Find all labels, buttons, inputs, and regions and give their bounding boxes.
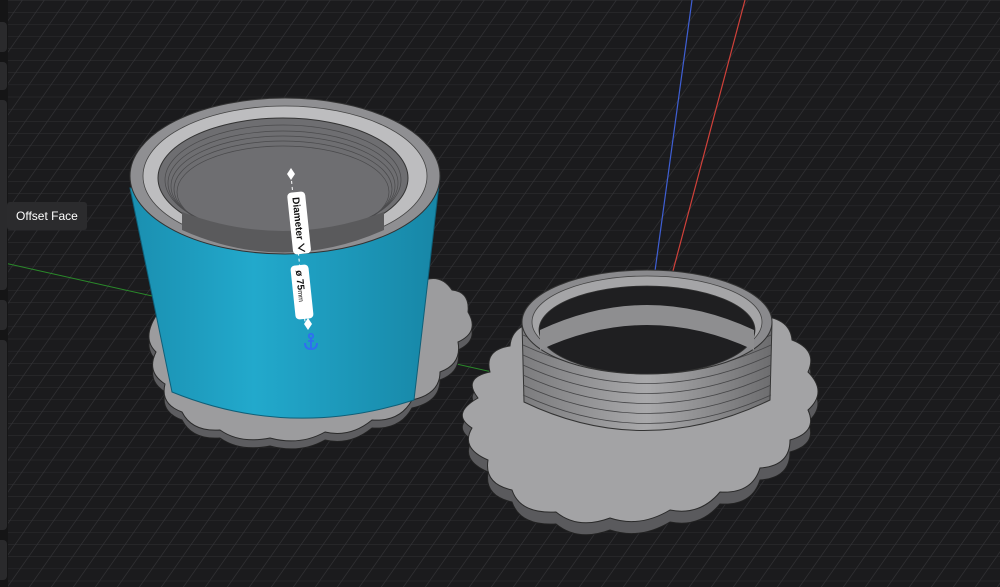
viewport-canvas[interactable]: Diameter ø 75mm [0,0,1000,587]
left-toolbar [0,0,8,587]
toolbar-button-3[interactable] [0,100,7,290]
toolbar-button-6[interactable] [0,540,7,580]
toolbar-button-5[interactable] [0,340,7,530]
toolbar-button-4[interactable] [0,300,7,330]
tooltip-offset-face: Offset Face [7,202,87,230]
toolbar-button-2[interactable] [0,62,7,90]
3d-viewport[interactable]: Diameter ø 75mm [0,0,1000,587]
toolbar-button-1[interactable] [0,22,7,52]
floor-grid [0,0,1000,587]
left-part-sleeve[interactable] [129,97,441,419]
right-part-threaded-ring[interactable] [521,269,773,431]
